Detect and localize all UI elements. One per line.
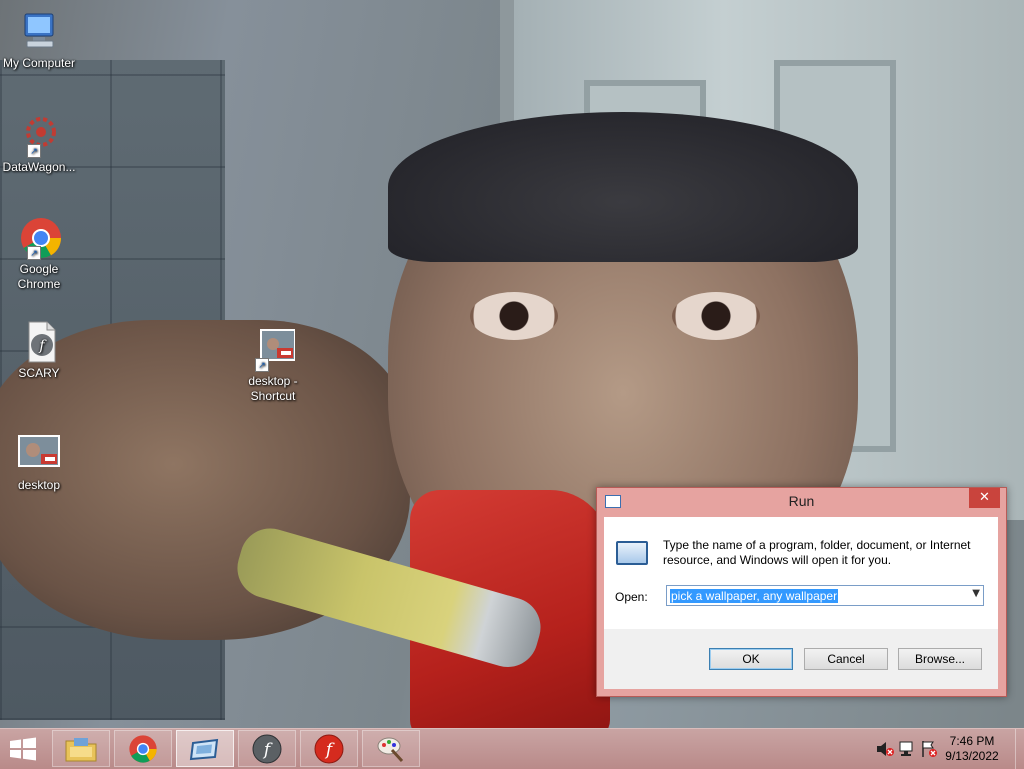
image-icon xyxy=(17,432,61,476)
taskbar: f f 7:46 PM 9/13/2022 xyxy=(0,728,1024,769)
run-dialog-title: Run xyxy=(788,493,815,509)
flash-red-icon: f xyxy=(314,734,344,763)
wallpaper-eye-left xyxy=(470,292,558,340)
taskbar-paint[interactable] xyxy=(362,730,420,767)
volume-muted-icon[interactable] xyxy=(876,741,894,757)
paint-icon xyxy=(377,737,404,762)
clock-date: 9/13/2022 xyxy=(945,749,999,763)
chevron-down-icon[interactable]: ▼ xyxy=(972,588,980,599)
run-dialog-body: Type the name of a program, folder, docu… xyxy=(604,517,998,689)
taskbar-flash-player[interactable]: f xyxy=(238,730,296,767)
wallpaper-eye-right xyxy=(672,292,760,340)
image-shortcut-icon: ↗ xyxy=(251,328,296,372)
flash-file-icon: f xyxy=(17,320,61,364)
action-center-flag-icon[interactable] xyxy=(920,740,938,758)
chrome-icon xyxy=(129,734,157,763)
folder-icon xyxy=(65,737,97,761)
run-dialog: Run ✕ Type the name of a program, folder… xyxy=(596,487,1007,697)
desktop-icon-label: desktop xyxy=(17,478,61,492)
datawagon-icon: ↗ xyxy=(17,114,61,158)
ok-button[interactable]: OK xyxy=(709,648,793,670)
desktop-icon-label: My Computer xyxy=(2,56,76,70)
run-instructions: Type the name of a program, folder, docu… xyxy=(663,538,971,567)
system-tray xyxy=(872,729,942,769)
desktop-icon-label: SCARY xyxy=(18,366,60,380)
shortcut-arrow-icon: ↗ xyxy=(27,144,41,158)
windows-logo-icon xyxy=(10,737,36,761)
desktop-icon-scary[interactable]: f SCARY xyxy=(2,320,76,381)
start-button[interactable] xyxy=(8,737,38,761)
close-button[interactable]: ✕ xyxy=(969,488,1000,508)
taskbar-flash-player-red[interactable]: f xyxy=(300,730,358,767)
desktop-icon-label: DataWagon... xyxy=(2,160,76,174)
open-label: Open: xyxy=(615,590,648,604)
cancel-button[interactable]: Cancel xyxy=(804,648,888,670)
desktop-icon-desktop[interactable]: desktop xyxy=(2,432,76,493)
taskbar-run[interactable] xyxy=(176,730,234,767)
show-desktop-button[interactable] xyxy=(1015,729,1024,769)
taskbar-google-chrome[interactable] xyxy=(114,730,172,767)
network-icon[interactable] xyxy=(898,740,916,758)
desktop-icon-datawagon[interactable]: ↗ DataWagon... xyxy=(2,114,76,175)
desktop-icon-desktop-shortcut[interactable]: ↗ desktop - Shortcut xyxy=(236,328,310,404)
shortcut-arrow-icon: ↗ xyxy=(255,358,269,372)
clock-time: 7:46 PM xyxy=(949,734,995,748)
wallpaper-cap xyxy=(388,112,858,262)
desktop-icon-google-chrome[interactable]: ↗ Google Chrome xyxy=(2,216,76,292)
run-icon xyxy=(189,738,219,760)
my-computer-icon xyxy=(17,10,61,54)
taskbar-clock[interactable]: 7:46 PM 9/13/2022 xyxy=(942,734,1002,764)
desktop-icon-label: Google Chrome xyxy=(17,262,61,291)
browse-button[interactable]: Browse... xyxy=(898,648,982,670)
flash-icon: f xyxy=(252,734,282,763)
desktop-icon-my-computer[interactable]: My Computer xyxy=(2,10,76,71)
run-icon xyxy=(616,541,648,565)
taskbar-file-explorer[interactable] xyxy=(52,730,110,767)
open-input-value[interactable]: pick a wallpaper, any wallpaper xyxy=(670,589,839,603)
chrome-icon: ↗ xyxy=(17,216,61,260)
open-combobox[interactable]: pick a wallpaper, any wallpaper ▼ xyxy=(666,585,984,606)
shortcut-arrow-icon: ↗ xyxy=(27,246,41,260)
desktop-icon-label: desktop - Shortcut xyxy=(248,374,298,403)
